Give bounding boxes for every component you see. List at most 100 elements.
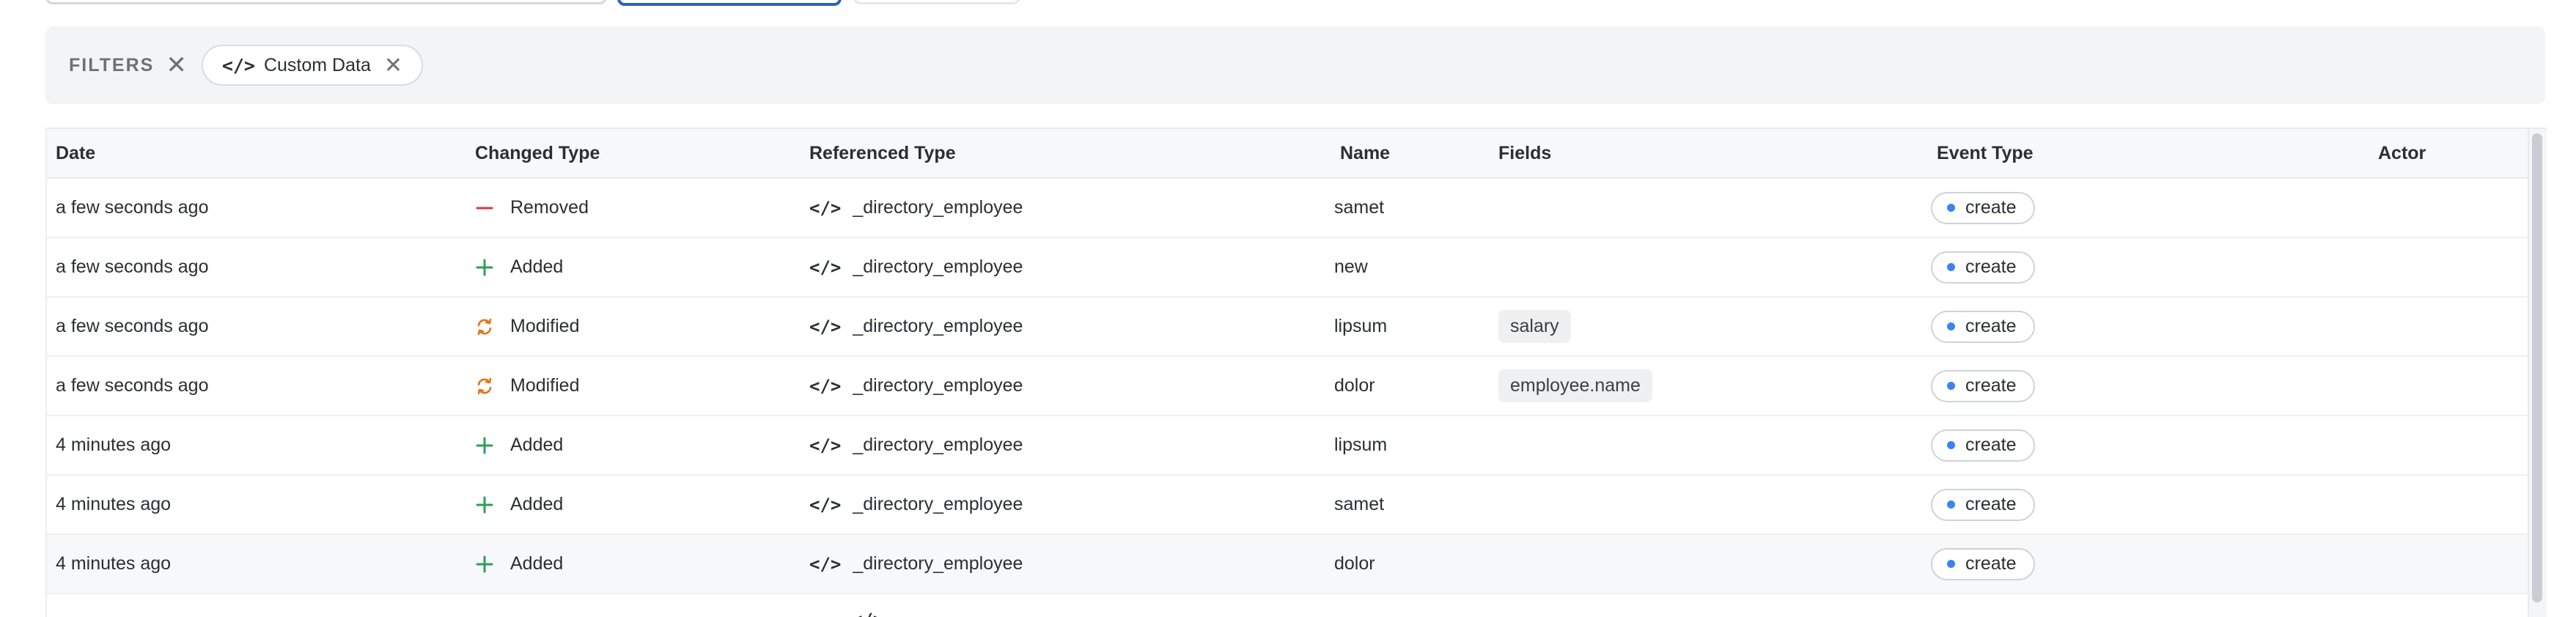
- referenced-type-label: _directory_employee: [853, 435, 1023, 455]
- date-cell: a few seconds ago: [56, 316, 209, 336]
- column-header-event-type[interactable]: Event Type: [1937, 129, 2034, 177]
- event-dot-icon: [1947, 441, 1955, 449]
- referenced-type-cell: </> _directory_employee: [809, 535, 1023, 593]
- changed-type-label: Modified: [510, 375, 580, 396]
- event-type-label: create: [1965, 197, 2017, 218]
- referenced-type-cell: </> _directory_employee: [809, 416, 1023, 474]
- referenced-type-cell: </> _directory_employee: [809, 179, 1023, 237]
- name-cell: samet: [1334, 197, 1385, 218]
- event-type-badge: create: [1931, 547, 2036, 580]
- vertical-scrollbar[interactable]: [2528, 129, 2547, 617]
- filters-label: FILTERS: [69, 54, 155, 75]
- changed-type-cell: Added: [475, 535, 563, 593]
- table-row[interactable]: a few seconds ago Modified </> _director…: [47, 298, 2529, 357]
- column-header-date[interactable]: Date: [56, 129, 95, 177]
- plus-icon: [475, 436, 494, 455]
- changed-type-cell: Removed: [475, 179, 589, 237]
- event-dot-icon: [1947, 263, 1955, 271]
- event-type-cell: create: [1931, 416, 2036, 474]
- referenced-type-label: _directory_employee: [853, 316, 1023, 336]
- table-row[interactable]: 4 minutes ago Added </> _directory_emplo…: [47, 535, 2529, 594]
- field-tag: salary: [1498, 310, 1571, 343]
- event-type-cell: create: [1931, 238, 2036, 296]
- event-type-badge: create: [1931, 429, 2036, 462]
- event-type-label: create: [1965, 435, 2017, 455]
- referenced-type-label: _directory_employee: [853, 494, 1023, 514]
- remove-filter-close-icon[interactable]: ✕: [384, 53, 402, 78]
- code-icon: </>: [809, 435, 842, 456]
- code-icon: </>: [852, 610, 883, 617]
- table-header: Date Changed Type Referenced Type Name F…: [47, 129, 2529, 179]
- event-type-cell: create: [1931, 535, 2036, 593]
- column-header-name[interactable]: Name: [1340, 129, 1390, 177]
- event-dot-icon: [1947, 500, 1955, 509]
- date-cell: a few seconds ago: [56, 375, 209, 396]
- column-header-referenced-type[interactable]: Referenced Type: [809, 129, 956, 177]
- table-row[interactable]: 4 minutes ago Added </> _directory_emplo…: [47, 476, 2529, 535]
- event-dot-icon: [1947, 382, 1955, 390]
- table-row[interactable]: a few seconds ago Modified </> _director…: [47, 357, 2529, 416]
- scrollbar-thumb[interactable]: [2532, 133, 2542, 602]
- fields-cell: employee.name: [1498, 357, 1652, 415]
- changed-type-cell: Added: [475, 476, 563, 533]
- secondary-action-button[interactable]: [853, 0, 1020, 4]
- referenced-type-cell: </> _directory_employee: [809, 298, 1023, 355]
- event-type-label: create: [1965, 316, 2017, 336]
- referenced-type-label: _directory_employee: [853, 375, 1023, 396]
- name-cell: new: [1334, 256, 1368, 277]
- event-type-label: create: [1965, 375, 2017, 396]
- referenced-type-cell: </> _directory_employee: [809, 357, 1023, 415]
- event-type-label: create: [1965, 494, 2017, 514]
- event-type-badge: create: [1931, 369, 2036, 402]
- event-type-badge: create: [1931, 251, 2036, 284]
- table-row[interactable]: 4 minutes ago Added </> _directory_emplo…: [47, 416, 2529, 476]
- sync-icon: [475, 377, 494, 396]
- changed-type-cell: Added: [475, 238, 563, 296]
- changed-type-cell: Modified: [475, 298, 580, 355]
- filter-chip-custom-data[interactable]: </> Custom Data ✕: [201, 45, 423, 86]
- event-type-badge: create: [1931, 310, 2036, 343]
- name-cell: dolor: [1334, 375, 1375, 396]
- date-cell: a few seconds ago: [56, 256, 209, 277]
- event-type-badge: create: [1931, 191, 2036, 224]
- plus-icon: [475, 258, 494, 277]
- date-cell: 4 minutes ago: [56, 553, 172, 574]
- changed-type-label: Added: [510, 494, 564, 514]
- referenced-type-label: _directory_employee: [853, 553, 1023, 574]
- changed-type-label: Removed: [510, 197, 589, 218]
- column-header-fields[interactable]: Fields: [1498, 129, 1551, 177]
- changed-type-label: Added: [510, 256, 564, 277]
- changed-type-cell: Added: [475, 416, 563, 474]
- clear-filters-close-icon[interactable]: ✕: [166, 53, 187, 78]
- filters-bar: FILTERS ✕ </> Custom Data ✕: [45, 26, 2545, 104]
- event-type-cell: create: [1931, 179, 2036, 237]
- event-dot-icon: [1947, 204, 1955, 212]
- code-icon: </>: [809, 256, 842, 278]
- code-icon: </>: [809, 316, 842, 337]
- column-header-actor[interactable]: Actor: [2378, 129, 2426, 177]
- table-row[interactable]: a few seconds ago Added </> _directory_e…: [47, 238, 2529, 298]
- plus-icon: [475, 555, 494, 574]
- column-header-changed-type[interactable]: Changed Type: [475, 129, 600, 177]
- event-type-label: create: [1965, 256, 2017, 277]
- name-cell: lipsum: [1334, 316, 1388, 336]
- event-type-cell: create: [1931, 298, 2036, 355]
- name-cell: samet: [1334, 494, 1385, 514]
- event-dot-icon: [1947, 322, 1955, 330]
- table-row[interactable]: a few seconds ago Removed </> _directory…: [47, 179, 2529, 238]
- primary-action-button[interactable]: [617, 0, 842, 6]
- changed-type-label: Modified: [510, 316, 580, 336]
- name-cell: dolor: [1334, 553, 1375, 574]
- date-cell: 4 minutes ago: [56, 435, 172, 455]
- event-dot-icon: [1947, 560, 1955, 568]
- event-type-cell: create: [1931, 357, 2036, 415]
- changes-table: Date Changed Type Referenced Type Name F…: [45, 128, 2547, 617]
- event-type-badge: create: [1931, 488, 2036, 521]
- code-icon: </>: [809, 197, 842, 218]
- event-type-cell: create: [1931, 476, 2036, 533]
- field-tag: employee.name: [1498, 369, 1652, 402]
- search-input[interactable]: [45, 0, 607, 4]
- date-cell: a few seconds ago: [56, 197, 209, 218]
- sync-icon: [475, 317, 494, 336]
- code-icon: </>: [809, 375, 842, 396]
